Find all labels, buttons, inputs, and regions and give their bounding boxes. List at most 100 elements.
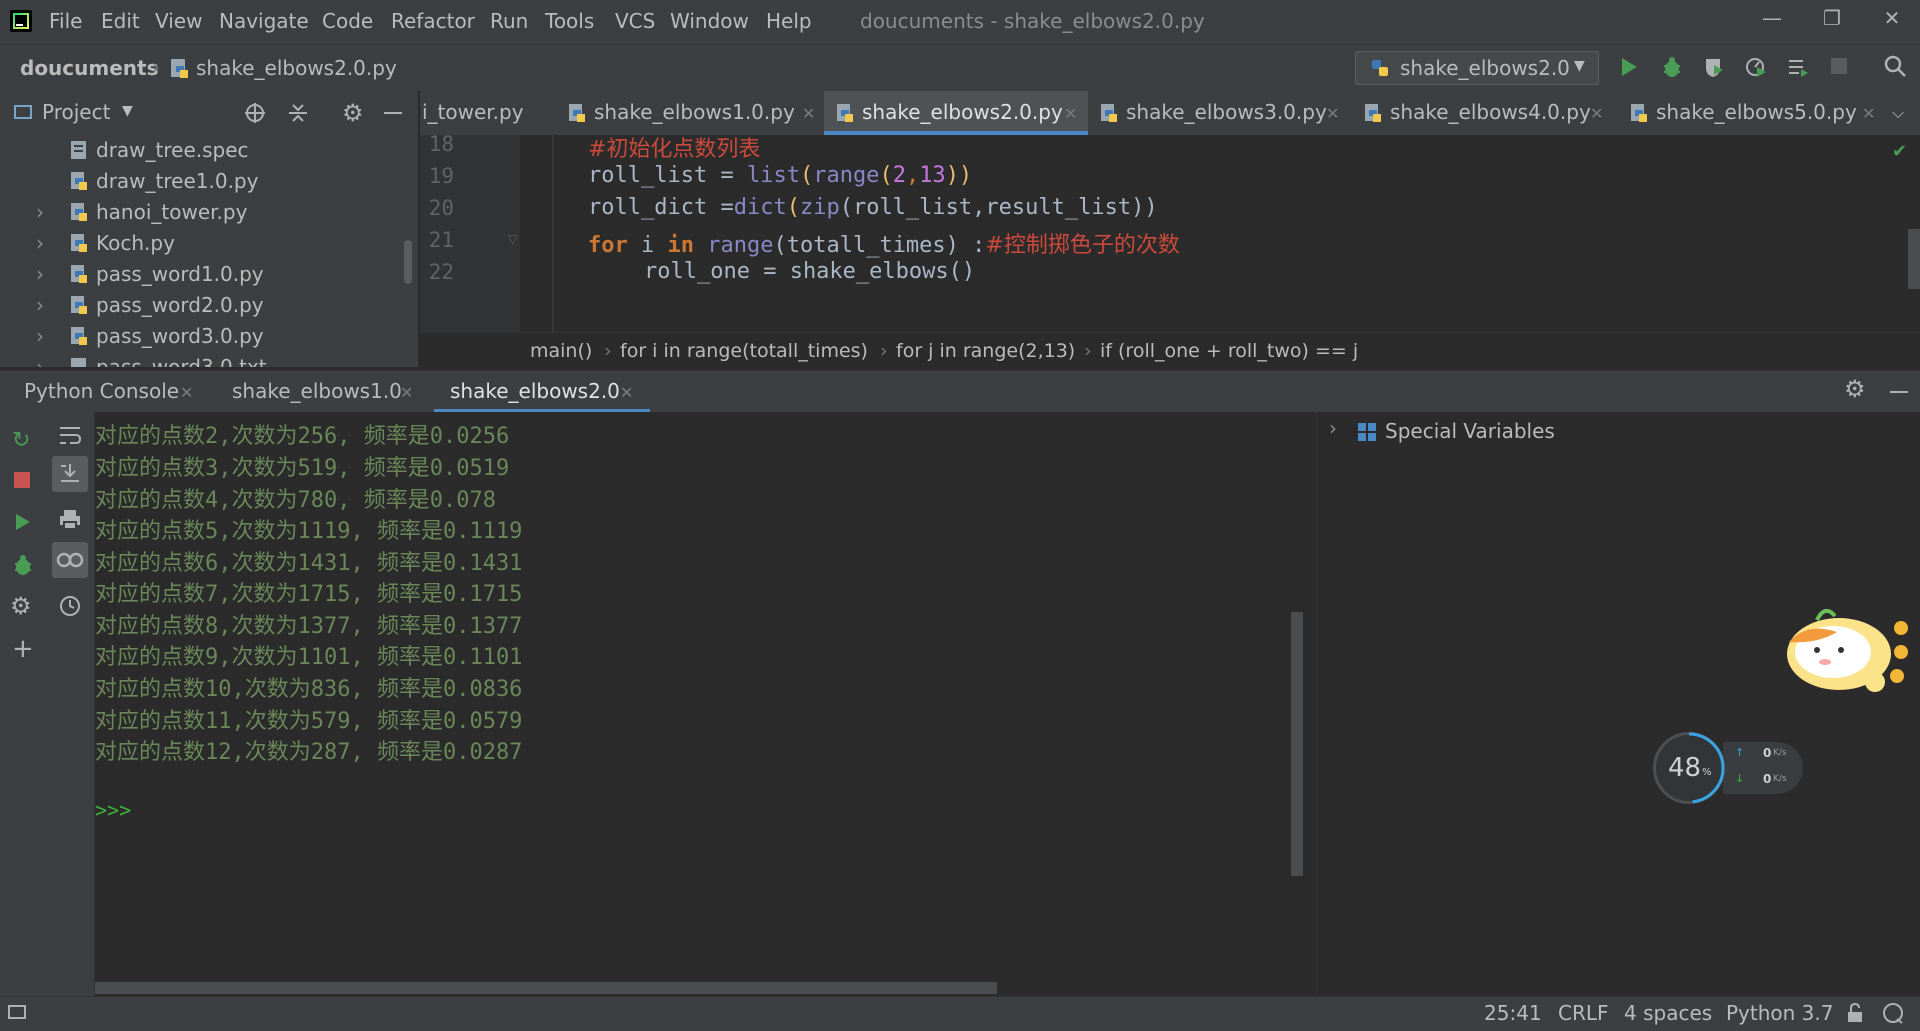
tab-shake-elbows1[interactable]: shake_elbows1.0.py ✕: [568, 91, 830, 135]
hide-panel-icon[interactable]: [1890, 391, 1908, 393]
breadcrumb-file[interactable]: shake_elbows2.0.py: [196, 56, 397, 80]
tree-item[interactable]: › pass_word3.0.py: [0, 321, 418, 352]
toggle-tool-windows-icon[interactable]: [8, 1005, 26, 1019]
collapse-all-icon[interactable]: [287, 102, 309, 128]
python-file-icon: [836, 103, 854, 128]
caret-position[interactable]: 25:41: [1484, 1001, 1542, 1025]
tab-shake-elbows2-console[interactable]: shake_elbows2.0 ✕: [434, 371, 650, 413]
menu-vcs[interactable]: VCS: [615, 9, 655, 33]
menu-help[interactable]: Help: [766, 9, 812, 33]
tree-item[interactable]: › pass_word1.0.py: [0, 259, 418, 290]
menu-refactor[interactable]: Refactor: [391, 9, 475, 33]
close-tab-icon[interactable]: ✕: [180, 383, 193, 402]
python-interpreter[interactable]: Python 3.7: [1726, 1001, 1834, 1025]
show-variables-button[interactable]: [52, 542, 88, 578]
search-icon[interactable]: [1884, 55, 1906, 81]
tab-shake-elbows4[interactable]: shake_elbows4.0.py ✕: [1364, 91, 1626, 135]
tree-item[interactable]: › Koch.py: [0, 228, 418, 259]
rerun-icon[interactable]: ↻: [12, 428, 30, 453]
project-panel-title[interactable]: Project: [42, 100, 110, 124]
tab-shake-elbows5[interactable]: shake_elbows5.0.py ✕: [1630, 91, 1892, 135]
stop-icon[interactable]: [14, 472, 30, 488]
profile-icon[interactable]: [1745, 56, 1767, 82]
minimize-icon[interactable]: —: [1752, 6, 1792, 30]
close-tab-icon[interactable]: ✕: [802, 104, 815, 123]
tree-item[interactable]: draw_tree.spec: [0, 135, 418, 166]
chevron-right-icon[interactable]: ›: [36, 293, 44, 317]
breadcrumb-for-i[interactable]: for i in range(totall_times): [620, 340, 868, 362]
close-tab-icon[interactable]: ✕: [400, 383, 413, 402]
console-output[interactable]: 对应的点数2,次数为256, 频率是0.0256 对应的点数3,次数为519, …: [95, 412, 1315, 996]
soft-wrap-icon[interactable]: [58, 424, 82, 450]
menu-code[interactable]: Code: [322, 9, 373, 33]
gear-icon[interactable]: ⚙: [1844, 375, 1866, 403]
indent-setting[interactable]: 4 spaces: [1624, 1001, 1712, 1025]
menu-window[interactable]: Window: [670, 9, 749, 33]
lock-icon[interactable]: [1846, 1002, 1864, 1028]
close-tab-icon[interactable]: ✕: [1326, 104, 1339, 123]
print-icon[interactable]: [58, 508, 82, 534]
tree-item[interactable]: › hanoi_tower.py: [0, 197, 418, 228]
network-speed-widget[interactable]: 48 % ↑ 0 K/s ↓ 0 K/s: [1653, 732, 1803, 804]
menu-tools[interactable]: Tools: [545, 9, 594, 33]
chevron-right-icon[interactable]: ›: [1329, 416, 1337, 440]
chevron-right-icon[interactable]: ›: [36, 262, 44, 286]
debug-icon[interactable]: [12, 554, 34, 580]
tab-label: i_tower.py: [422, 100, 524, 124]
breadcrumb-for-j[interactable]: for j in range(2,13): [896, 340, 1075, 362]
tab-hanoi-tower[interactable]: i_tower.py: [420, 91, 526, 135]
add-icon[interactable]: +: [12, 634, 34, 664]
tab-python-console[interactable]: Python Console: [24, 379, 179, 403]
menu-view[interactable]: View: [155, 9, 202, 33]
settings-icon[interactable]: ⚙: [10, 592, 32, 620]
tab-list-chevron-icon[interactable]: ⌵: [1892, 103, 1904, 123]
event-log-icon[interactable]: [1882, 1002, 1904, 1029]
scroll-to-end-button[interactable]: [52, 456, 88, 492]
breadcrumb-if[interactable]: if (roll_one + roll_two) == j: [1100, 340, 1358, 362]
close-tab-icon[interactable]: ✕: [1862, 104, 1875, 123]
concurrency-icon[interactable]: [1787, 56, 1809, 82]
breadcrumb-project[interactable]: doucuments: [20, 56, 159, 80]
chevron-right-icon[interactable]: ›: [36, 231, 44, 255]
editor-scrollbar[interactable]: [1908, 229, 1920, 289]
tree-item[interactable]: › pass_word2.0.py: [0, 290, 418, 321]
run-icon[interactable]: [14, 512, 32, 536]
tree-item[interactable]: draw_tree1.0.py: [0, 166, 418, 197]
close-tab-icon[interactable]: ✕: [620, 383, 633, 402]
console-vertical-scrollbar[interactable]: [1291, 612, 1303, 876]
coverage-icon[interactable]: [1703, 56, 1725, 82]
stop-icon[interactable]: [1831, 58, 1847, 74]
chevron-down-icon[interactable]: ▼: [122, 103, 133, 119]
fold-icon[interactable]: ▽: [508, 232, 517, 246]
cpu-percent: 48: [1668, 753, 1702, 783]
tab-shake-elbows1-console[interactable]: shake_elbows1.0: [232, 379, 402, 403]
console-prompt[interactable]: >>>: [95, 798, 131, 822]
run-icon[interactable]: [1619, 56, 1639, 82]
locate-icon[interactable]: [244, 102, 266, 128]
breadcrumb-main[interactable]: main(): [530, 340, 592, 362]
console-horizontal-scrollbar[interactable]: [95, 982, 997, 994]
tab-shake-elbows2[interactable]: shake_elbows2.0.py ✕: [824, 91, 1088, 135]
gear-icon[interactable]: ⚙: [342, 99, 364, 127]
debug-icon[interactable]: [1661, 56, 1683, 82]
menu-edit[interactable]: Edit: [101, 9, 140, 33]
close-tab-icon[interactable]: ✕: [1064, 104, 1077, 123]
menu-file[interactable]: File: [49, 9, 82, 33]
chevron-right-icon[interactable]: ›: [36, 324, 44, 348]
tab-shake-elbows3[interactable]: shake_elbows3.0.py ✕: [1100, 91, 1362, 135]
special-variables-label[interactable]: Special Variables: [1385, 419, 1555, 443]
line-separator[interactable]: CRLF: [1558, 1001, 1609, 1025]
tree-scrollbar[interactable]: [404, 240, 412, 284]
code-editor[interactable]: 18 19 20 21 22 ▽ #初始化点数列表 roll_list = li…: [420, 135, 1920, 332]
menu-navigate[interactable]: Navigate: [219, 9, 309, 33]
run-configuration-select[interactable]: shake_elbows2.0 ▼: [1355, 51, 1599, 85]
close-window-icon[interactable]: ✕: [1872, 6, 1912, 30]
chevron-right-icon[interactable]: ›: [36, 355, 44, 367]
menu-run[interactable]: Run: [490, 9, 528, 33]
close-tab-icon[interactable]: ✕: [1590, 104, 1603, 123]
history-icon[interactable]: [58, 594, 82, 622]
chevron-right-icon[interactable]: ›: [36, 200, 44, 224]
restore-icon[interactable]: ❐: [1812, 6, 1852, 30]
tree-item[interactable]: › pass_word3.0.txt: [0, 352, 418, 367]
hide-panel-icon[interactable]: [384, 112, 402, 114]
